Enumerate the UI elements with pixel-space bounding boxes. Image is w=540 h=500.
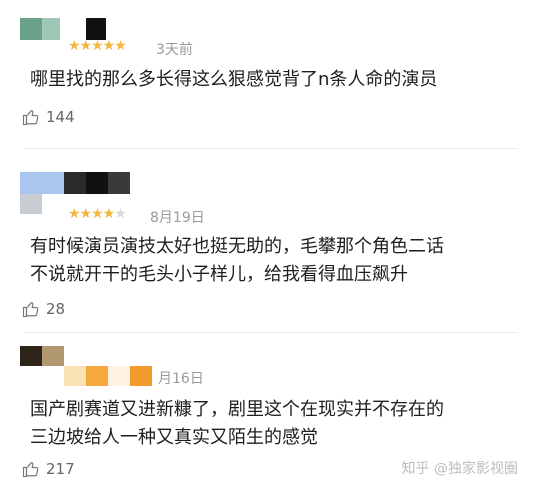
username-blur [108,172,130,194]
avatar-blur [20,194,42,214]
review-date: 3天前 [156,42,193,58]
review-text: 国产剧赛道又进新糠了，剧里这个在现实并不存在的 三边坡给人一种又真实又陌生的感觉 [30,399,444,448]
like-count: 217 [46,460,75,478]
username-blur [64,366,86,386]
review-date: 月16日 [158,371,204,387]
rating-stars: ★★★★★ [68,38,127,54]
thumbs-up-icon [22,461,39,478]
avatar-blur [20,346,42,366]
username-blur [86,18,106,40]
thumbs-up-icon [22,301,39,318]
like-count: 28 [46,300,66,318]
like-button[interactable]: 144 [22,108,75,126]
username-blur [64,172,86,194]
username-blur [86,172,108,194]
avatar-blur [20,18,42,40]
username-blur [108,366,130,386]
like-button[interactable]: 28 [22,300,65,318]
avatar-blur [20,172,64,194]
rating-stars: ★★★★★ [68,206,127,222]
review-text: 有时候演员演技太好也挺无助的，毛攀那个角色二话 不说就开干的毛头小子样儿，给我看… [30,236,444,285]
watermark: 知乎 @独家影视圈 [401,461,518,477]
review-date: 8月19日 [150,210,205,226]
like-button[interactable]: 217 [22,460,75,478]
username-blur [86,366,108,386]
divider [24,148,518,149]
divider [24,332,518,333]
thumbs-up-icon [22,109,39,126]
like-count: 144 [46,108,75,126]
avatar-blur [42,18,60,40]
review-text: 哪里找的那么多长得这么狠感觉背了n条人命的演员 [30,69,438,90]
avatar-blur [42,346,64,366]
username-blur [130,366,152,386]
